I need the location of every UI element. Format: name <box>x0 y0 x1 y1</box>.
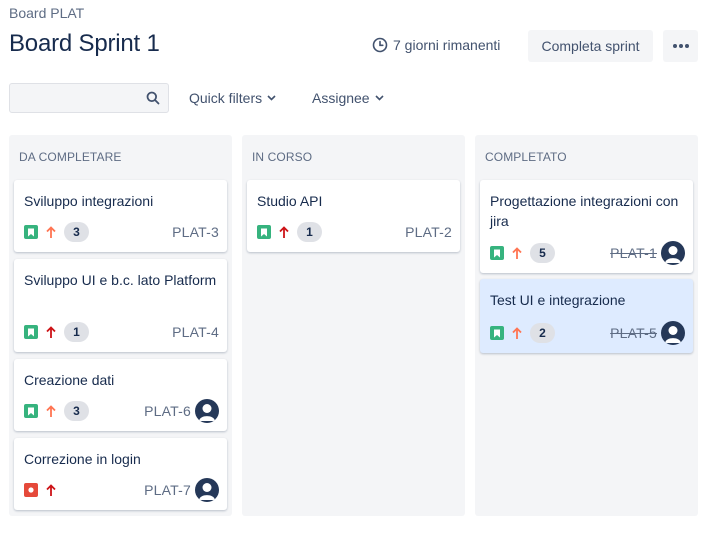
priority-high-icon <box>510 246 524 260</box>
issue-key[interactable]: PLAT-7 <box>144 482 191 498</box>
assignee-label: Assignee <box>312 90 370 106</box>
story-points-badge: 5 <box>530 243 555 263</box>
card-title: Sviluppo integrazioni <box>24 193 154 209</box>
issue-key[interactable]: PLAT-3 <box>172 224 219 240</box>
issue-card[interactable]: Sviluppo UI e b.c. lato Platform 1 PLAT-… <box>14 259 227 352</box>
issue-card[interactable]: Sviluppo integrazioni 3 PLAT-3 <box>14 180 227 252</box>
breadcrumb[interactable]: Board PLAT <box>9 5 84 21</box>
story-icon <box>257 225 271 239</box>
story-icon <box>490 246 504 260</box>
story-points-badge: 1 <box>297 222 322 242</box>
story-icon <box>24 404 38 418</box>
priority-high-icon <box>510 326 524 340</box>
issue-key[interactable]: PLAT-6 <box>144 403 191 419</box>
column-title: IN CORSO <box>252 150 313 164</box>
card-title: Studio API <box>257 193 323 209</box>
user-avatar-icon <box>665 246 681 263</box>
column-todo: DA COMPLETARE Sviluppo integrazioni 3 PL… <box>9 135 232 516</box>
user-avatar-icon <box>665 326 681 343</box>
chevron-down-icon <box>267 95 276 101</box>
card-title: Progettazione integrazioni con jira <box>490 193 679 229</box>
bug-icon <box>24 483 38 497</box>
assignee-dropdown[interactable]: Assignee <box>312 90 384 106</box>
page-title: Board Sprint 1 <box>9 30 160 57</box>
assignee-avatar[interactable] <box>195 399 219 423</box>
issue-card[interactable]: Progettazione integrazioni con jira 5 PL… <box>480 180 693 273</box>
card-title: Test UI e integrazione <box>490 292 626 308</box>
column-title: DA COMPLETARE <box>19 150 122 164</box>
story-icon <box>24 325 38 339</box>
story-points-badge: 3 <box>64 222 89 242</box>
issue-key[interactable]: PLAT-5 <box>610 325 657 341</box>
issue-key[interactable]: PLAT-2 <box>405 224 452 240</box>
story-icon <box>490 326 504 340</box>
assignee-avatar[interactable] <box>195 478 219 502</box>
issue-card-selected[interactable]: Test UI e integrazione 2 PLAT-5 <box>480 279 693 353</box>
priority-highest-icon <box>44 325 58 339</box>
issue-key[interactable]: PLAT-4 <box>172 324 219 340</box>
column-title: COMPLETATO <box>485 150 567 164</box>
issue-key[interactable]: PLAT-1 <box>610 245 657 261</box>
issue-card[interactable]: Correzione in login PLAT-7 <box>14 438 227 510</box>
card-title: Sviluppo UI e b.c. lato Platform <box>24 272 217 288</box>
quick-filters-dropdown[interactable]: Quick filters <box>189 90 276 106</box>
priority-high-icon <box>44 225 58 239</box>
story-icon <box>24 225 38 239</box>
complete-sprint-button[interactable]: Completa sprint <box>528 30 653 62</box>
user-avatar-icon <box>199 483 215 500</box>
priority-highest-icon <box>44 483 58 497</box>
priority-highest-icon <box>277 225 291 239</box>
user-avatar-icon <box>199 404 215 421</box>
card-title: Creazione dati <box>24 372 115 388</box>
priority-high-icon <box>44 404 58 418</box>
card-title: Correzione in login <box>24 451 141 467</box>
assignee-avatar[interactable] <box>661 241 685 265</box>
story-points-badge: 1 <box>64 322 89 342</box>
story-points-badge: 3 <box>64 401 89 421</box>
assignee-avatar[interactable] <box>661 321 685 345</box>
issue-card[interactable]: Studio API 1 PLAT-2 <box>247 180 460 252</box>
clock-icon <box>372 37 388 53</box>
search-input[interactable] <box>16 88 136 108</box>
story-points-badge: 2 <box>530 323 555 343</box>
more-icon <box>672 44 689 48</box>
remaining-text: 7 giorni rimanenti <box>393 37 501 53</box>
search-box[interactable] <box>9 83 169 113</box>
column-in-progress: IN CORSO Studio API 1 PLAT-2 <box>242 135 465 516</box>
quick-filters-label: Quick filters <box>189 90 263 106</box>
issue-card[interactable]: Creazione dati 3 PLAT-6 <box>14 359 227 431</box>
sprint-remaining: 7 giorni rimanenti <box>372 37 500 53</box>
chevron-down-icon <box>375 95 384 101</box>
search-icon[interactable] <box>146 91 160 105</box>
column-done: COMPLETATO Progettazione integrazioni co… <box>475 135 698 516</box>
more-button[interactable] <box>663 30 698 62</box>
